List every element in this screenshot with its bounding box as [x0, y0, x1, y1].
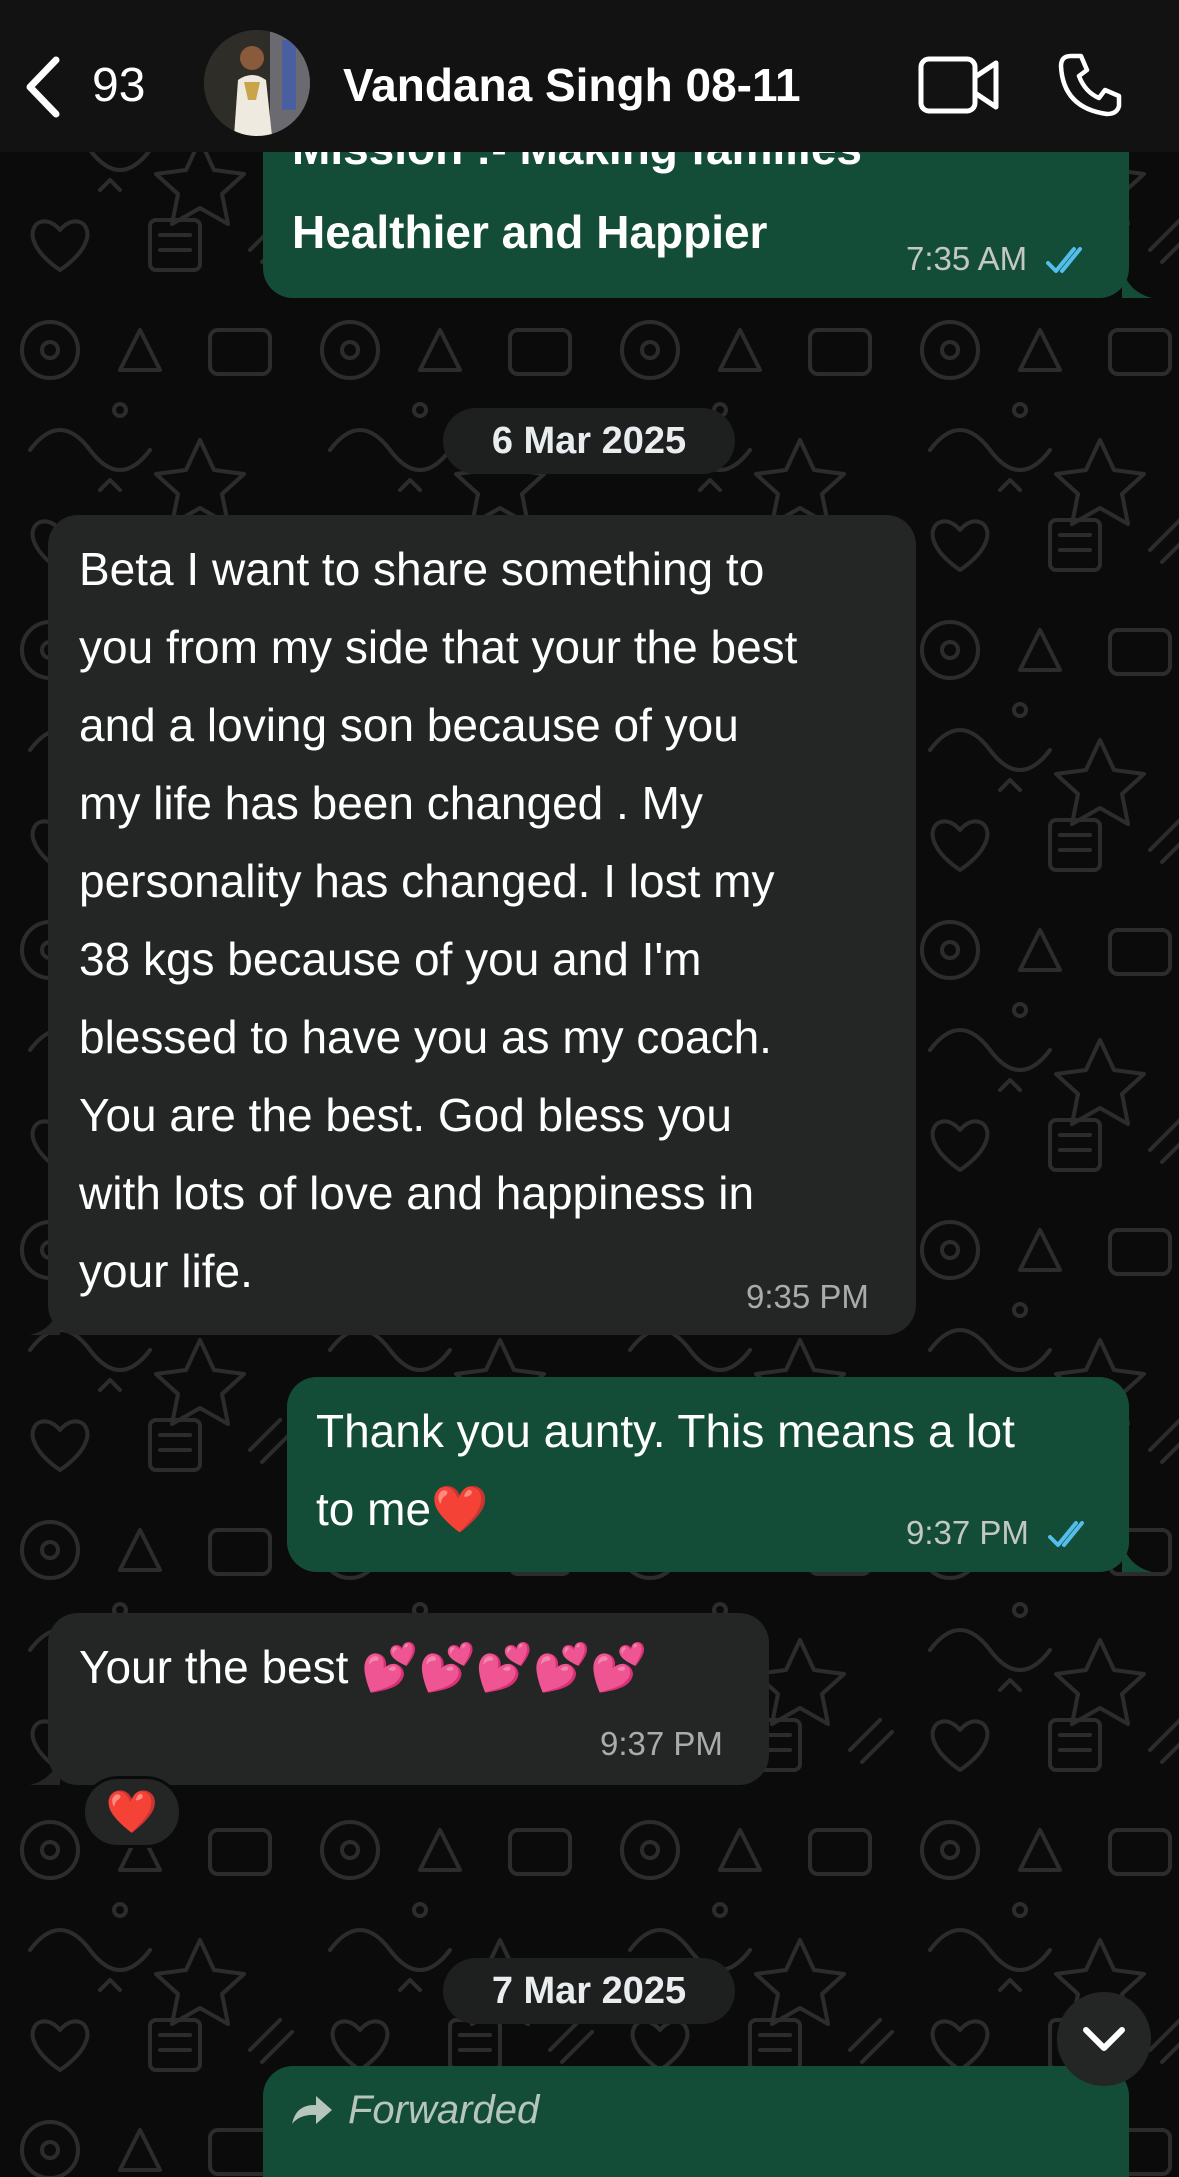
message-line: to me❤️: [316, 1483, 489, 1535]
message-time: 9:37 PM: [906, 1514, 1029, 1551]
date-separator: 6 Mar 2025: [443, 408, 735, 474]
bubble-tail: [1122, 268, 1152, 298]
video-camera-icon: [918, 56, 999, 114]
message-text: Your the best 💕💕💕💕💕: [79, 1641, 648, 1693]
chat-header: 93 Vandana Singh 08-11: [0, 0, 1179, 152]
message-line: Beta I want to share something to: [79, 543, 765, 595]
message-line: 38 kgs because of you and I'm: [79, 933, 702, 985]
unread-count: 93: [92, 59, 146, 112]
contact-name[interactable]: Vandana Singh 08-11: [343, 58, 801, 112]
forwarded-label: Forwarded: [348, 2088, 540, 2132]
message-line: Thank you aunty. This means a lot: [316, 1405, 1015, 1457]
phone-icon: [1058, 53, 1122, 117]
message-line: You are the best. God bless you: [79, 1089, 732, 1141]
message-line: and a loving son because of you: [79, 699, 739, 751]
message-line: personality has changed. I lost my: [79, 855, 775, 907]
message-time: 9:37 PM: [600, 1725, 723, 1762]
chevron-down-icon: [1083, 2027, 1125, 2051]
message-meta: 9:37 PM: [906, 1514, 1094, 1552]
scroll-to-bottom-button[interactable]: [1057, 1992, 1151, 2086]
message-time: 7:35 AM: [906, 240, 1028, 277]
message-line: my life has been changed . My: [79, 777, 703, 829]
message-time: 9:35 PM: [746, 1278, 869, 1315]
date-separator: 7 Mar 2025: [443, 1958, 735, 2024]
message-text: Healthier and Happier: [292, 206, 768, 258]
video-call-button[interactable]: [918, 55, 1000, 120]
chevron-left-icon: [26, 56, 60, 118]
message-line: blessed to have you as my coach.: [79, 1011, 772, 1063]
message-line: you from my side that your the best: [79, 621, 798, 673]
heart-reaction-icon: ❤️: [105, 1788, 159, 1835]
bubble-tail: [30, 1755, 60, 1785]
bubble-tail: [30, 1305, 60, 1335]
chat-screen: 93 Vandana Singh 08-11 Healthier and Hap…: [0, 0, 1179, 2177]
message-meta: 7:35 AM: [906, 240, 1092, 278]
forward-arrow-icon: [292, 2096, 332, 2124]
message-line: with lots of love and happiness in: [79, 1167, 755, 1219]
voice-call-button[interactable]: [1057, 52, 1123, 123]
back-button[interactable]: 93: [22, 52, 172, 122]
read-receipt-icon: [1048, 1521, 1085, 1548]
read-receipt-icon: [1046, 247, 1083, 274]
message-reaction[interactable]: ❤️: [82, 1776, 182, 1848]
avatar-image: [204, 30, 310, 136]
contact-avatar[interactable]: [204, 30, 310, 136]
bubble-tail: [1122, 1542, 1152, 1572]
message-line: your life.: [79, 1245, 253, 1297]
